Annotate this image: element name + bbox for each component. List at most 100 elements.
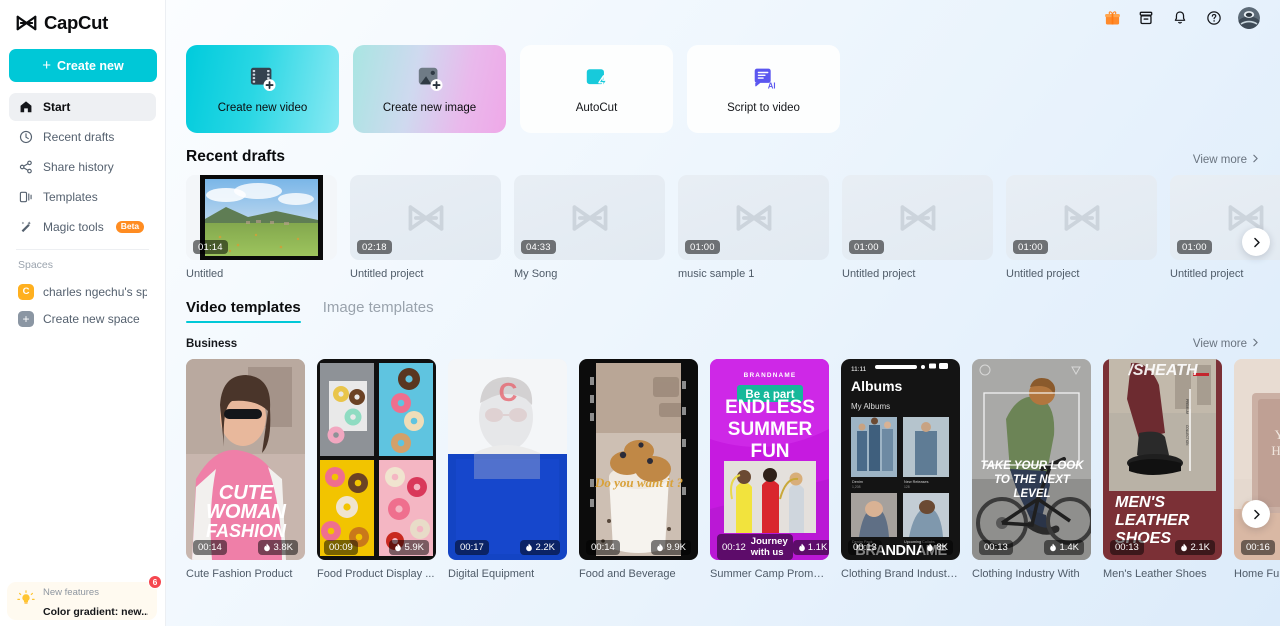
create-new-space-button[interactable]: + Create new space [9,305,156,332]
svg-text:HOUSE: HOUSE [1271,443,1280,458]
svg-text:TAKE YOUR LOOK: TAKE YOUR LOOK [980,460,1084,472]
brand-logo[interactable]: CapCut [9,0,156,46]
template-card[interactable]: CUTE WOMAN FASHION 00:14 3.8K Cute Fashi… [186,359,305,580]
sidebar-item-recent-drafts[interactable]: Recent drafts [9,123,156,151]
archive-box-icon[interactable] [1136,8,1156,28]
gift-box-icon[interactable] [1102,8,1122,28]
drafts-next-button[interactable] [1242,228,1270,256]
help-circle-icon[interactable] [1204,8,1224,28]
new-features-banner[interactable]: New features Color gradient: new... 6 [7,575,162,620]
sidebar-item-templates[interactable]: Templates [9,183,156,211]
template-thumbnail: PREMIUM COLLECTION /SHEATH MEN'S LEATHER… [1103,359,1222,560]
svg-text:YOUR: YOUR [1275,427,1280,442]
space-item-charles[interactable]: C charles ngechu's spa... [9,278,156,305]
template-name: Home Furni [1234,568,1280,580]
svg-text:AI: AI [767,81,775,90]
svg-text:New Releases: New Releases [904,480,929,484]
template-duration: 00:09 [324,539,358,555]
template-card[interactable]: PREMIUM COLLECTION /SHEATH MEN'S LEATHER… [1103,359,1222,580]
template-card[interactable]: TAKE YOUR LOOK TO THE NEXT LEVEL 00:13 1… [972,359,1091,580]
draft-name: Untitled [186,268,224,280]
create-new-image-card[interactable]: Create new image [353,45,506,133]
content-area: Create new video Create new image AutoCu… [166,45,1280,580]
draft-card[interactable]: 01:00 music sample 1 [678,175,829,280]
tab-image-templates[interactable]: Image templates [323,299,434,323]
template-likes: 2.1K [1175,539,1215,555]
recent-drafts-carousel[interactable]: 01:14 Untitled 02:18 Untitled project 04 [186,175,1280,280]
template-thumbnail: CUTE WOMAN FASHION 00:14 3.8K [186,359,305,560]
template-thumbnail: TAKE YOUR LOOK TO THE NEXT LEVEL 00:13 1… [972,359,1091,560]
lightbulb-icon [16,589,36,614]
home-icon [18,100,33,115]
chevron-right-icon [1251,509,1262,520]
draft-card[interactable]: 02:18 Untitled project [350,175,501,280]
space-avatar-icon: C [18,283,34,300]
svg-text:MEN'S: MEN'S [1115,494,1165,511]
svg-text:C: C [499,377,518,407]
page-title: Recent drafts [186,148,286,165]
create-new-video-card[interactable]: Create new video [186,45,339,133]
template-name: Food and Beverage [579,568,676,580]
draft-name: Untitled project [1170,268,1244,280]
bell-icon[interactable] [1170,8,1190,28]
draft-thumbnail: 02:18 [350,175,501,260]
sidebar-item-share-history[interactable]: Share history [9,153,156,181]
autocut-card[interactable]: AutoCut [520,45,673,133]
svg-text:Denim: Denim [852,480,863,484]
tab-label: Image templates [322,299,434,316]
template-card[interactable]: YOUR HOUSE different Home Home 00:16 [1234,359,1280,580]
template-card[interactable]: 11:11 Albums My Albums Denim 1,208 New R… [841,359,960,580]
draft-duration: 01:14 [193,240,228,254]
template-tabs: Video templates Image templates [186,299,1260,324]
template-duration: 00:14 [193,539,227,555]
tab-label: Video templates [186,299,301,316]
image-plus-icon [415,64,445,94]
draft-card[interactable]: 01:00 Untitled project [1006,175,1157,280]
create-new-label: Create new [57,58,124,73]
user-avatar[interactable] [1238,7,1260,29]
script-to-video-card[interactable]: AI Script to video [687,45,840,133]
svg-text:LEATHER: LEATHER [1115,512,1190,529]
template-thumbnail: 11:11 Albums My Albums Denim 1,208 New R… [841,359,960,560]
draft-card[interactable]: 04:33 My Song [514,175,665,280]
space-name: charles ngechu's spa... [43,284,147,299]
template-name: Summer Camp Promotion [710,568,829,580]
template-card[interactable]: C 00:17 2.2K Digital Equipment [448,359,567,580]
template-duration: 00:12 Journey with us [717,534,793,560]
template-card[interactable]: BRANDNAME Be a part ENDLESS SUMMER FUN 0… [710,359,829,580]
draft-name: My Song [514,268,558,280]
brand-name: CapCut [44,12,108,33]
draft-card[interactable]: 01:00 Untitled project [842,175,993,280]
template-card[interactable]: Do you want it ? 00:14 9.9K Food and Bev… [579,359,698,580]
recent-drafts-view-more[interactable]: View more [1193,154,1260,166]
sidebar-item-label: Templates [43,190,98,204]
template-badges: 00:14 3.8K [186,534,305,560]
view-more-label: View more [1192,154,1247,166]
templates-carousel[interactable]: CUTE WOMAN FASHION 00:14 3.8K Cute Fashi… [186,359,1280,580]
draft-card[interactable]: 01:14 Untitled [186,175,337,280]
templates-next-button[interactable] [1242,500,1270,528]
chevron-right-icon [1251,338,1260,350]
tab-video-templates[interactable]: Video templates [186,299,301,323]
template-card[interactable]: 00:09 5.9K Food Product Display ... [317,359,436,580]
draft-duration: 01:00 [685,240,720,254]
category-header: Business View more [186,338,1260,350]
draft-thumbnail: 04:33 [514,175,665,260]
action-card-label: Script to video [727,102,800,114]
template-duration: 00:17 [455,539,489,555]
clock-icon [18,130,33,145]
capcut-app-window: CapCut + Create new Start Recent drafts [0,0,1280,626]
template-likes: 2.2K [520,539,560,555]
svg-text:TO THE NEXT: TO THE NEXT [994,474,1071,486]
svg-text:My Albums: My Albums [851,402,890,411]
plus-icon: + [42,56,52,74]
sidebar-item-magic-tools[interactable]: Magic tools Beta [9,213,156,241]
svg-text:SUMMER: SUMMER [728,419,813,440]
templates-view-more[interactable]: View more [1193,338,1260,350]
create-new-button[interactable]: + Create new [9,49,157,82]
svg-text:/SHEATH: /SHEATH [1127,362,1197,379]
draft-card[interactable]: 01:00 Untitled project [1170,175,1280,280]
sidebar-item-start[interactable]: Start [9,93,156,121]
template-badges: 00:17 2.2K [448,534,567,560]
draft-duration: 02:18 [357,240,392,254]
